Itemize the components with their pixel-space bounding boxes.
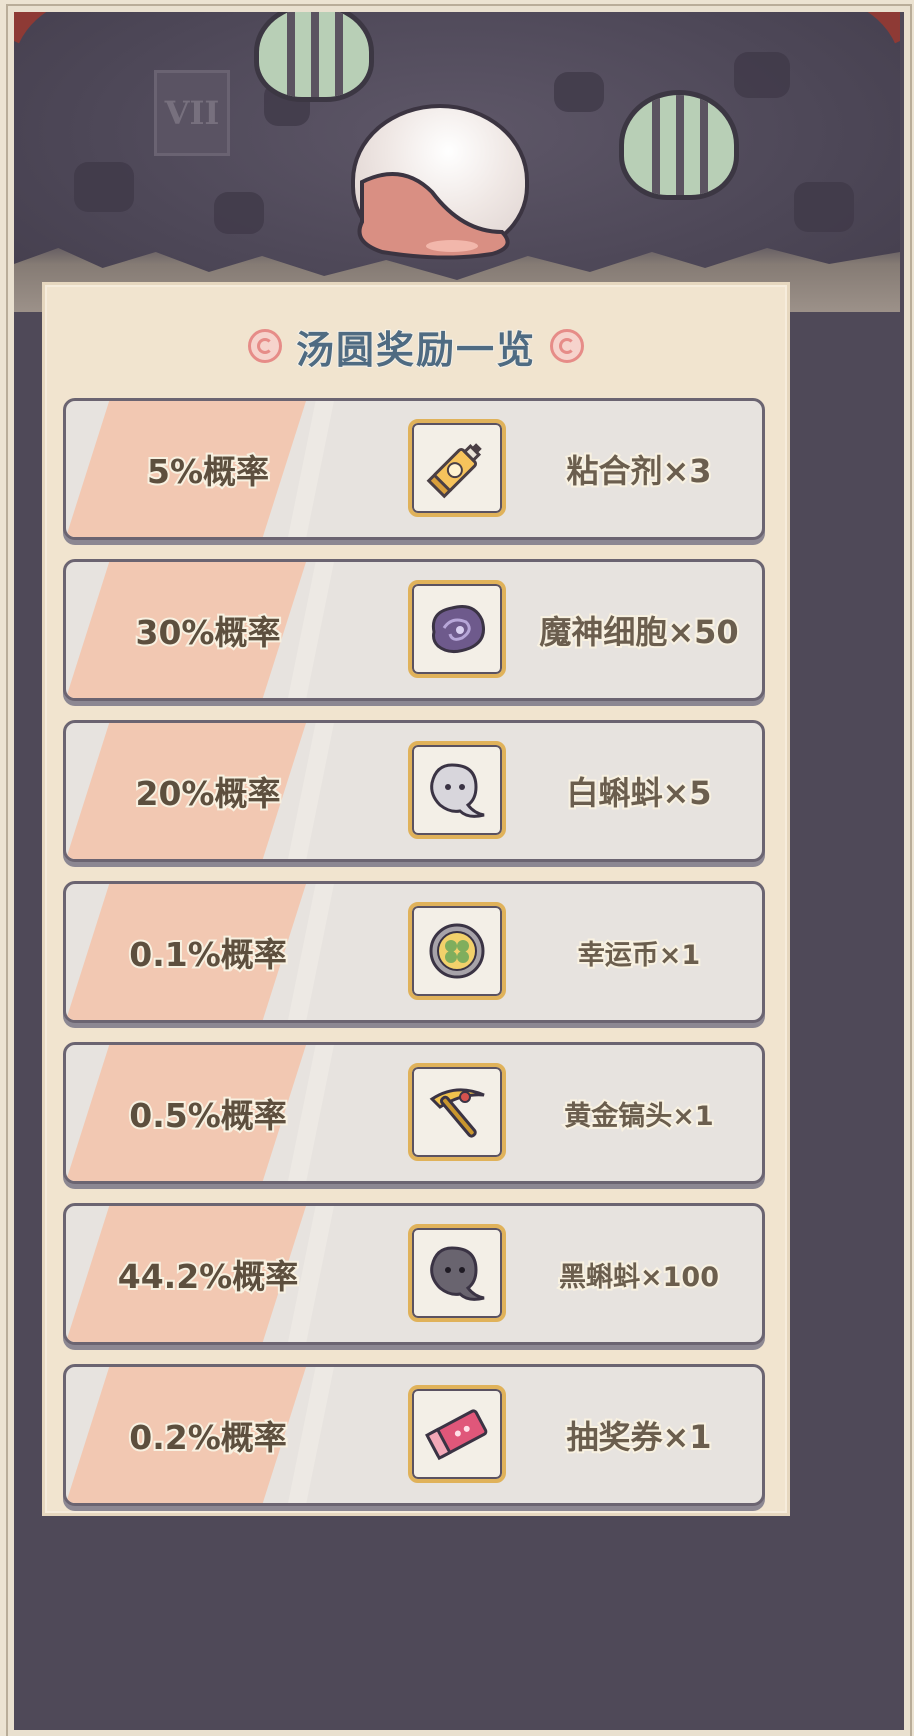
roman-numeral-plaque: VII xyxy=(154,70,230,156)
drop-chance: 0.2%概率 xyxy=(127,1416,289,1459)
wall-stone xyxy=(214,192,264,234)
drop-chance: 20%概率 xyxy=(134,772,283,815)
barred-window xyxy=(254,12,374,102)
swirl-icon xyxy=(550,329,584,363)
item-slot xyxy=(408,902,506,1000)
item-slot xyxy=(408,1063,506,1161)
drop-chance: 44.2%概率 xyxy=(116,1255,301,1298)
wall-stone xyxy=(74,162,134,212)
header-illustration: VII xyxy=(14,12,900,312)
black-tadpole-icon xyxy=(430,1246,485,1301)
reward-row: 30%概率 魔神细胞×50 xyxy=(63,559,765,701)
drop-chance: 0.5%概率 xyxy=(127,1094,289,1137)
lottery-ticket-icon xyxy=(425,1409,488,1461)
page-title: 汤圆奖励一览 xyxy=(295,327,536,373)
glue-tube-icon xyxy=(426,443,482,499)
wall-stone xyxy=(794,182,854,232)
reward-row: 5%概率 粘合剂×3 xyxy=(63,398,765,540)
white-tadpole-icon xyxy=(430,763,485,818)
reward-row: 0.1%概率 幸运币×1 xyxy=(63,881,765,1023)
panel-header: 汤圆奖励一览 xyxy=(45,315,787,377)
reward-item: 魔神细胞×50 xyxy=(537,611,740,653)
item-slot xyxy=(408,1385,506,1483)
drop-chance: 30%概率 xyxy=(134,611,283,654)
reward-list: 5%概率 粘合剂×3 30%概率 魔神细胞×50 20%概率 白蝌蚪×5 0.1… xyxy=(63,398,765,1525)
reward-row: 20%概率 白蝌蚪×5 xyxy=(63,720,765,862)
reward-item: 粘合剂×3 xyxy=(564,450,713,492)
lucky-coin-icon xyxy=(429,923,485,979)
reward-item: 黑蝌蚪×100 xyxy=(557,1260,721,1295)
item-slot xyxy=(408,419,506,517)
wall-stone xyxy=(734,52,790,98)
reward-item: 幸运币×1 xyxy=(576,938,702,973)
reward-row: 44.2%概率 黑蝌蚪×100 xyxy=(63,1203,765,1345)
demon-cell-icon xyxy=(431,605,485,653)
reward-row: 0.5%概率 黄金镐头×1 xyxy=(63,1042,765,1184)
reward-item: 抽奖券×1 xyxy=(564,1416,713,1458)
item-slot xyxy=(408,1224,506,1322)
item-slot xyxy=(408,741,506,839)
reward-item: 黄金镐头×1 xyxy=(562,1099,715,1134)
drop-chance: 5%概率 xyxy=(145,450,271,493)
barred-window xyxy=(619,90,739,200)
reward-panel: 汤圆奖励一览 5%概率 粘合剂×3 30%概率 魔神细胞×50 20%概率 白蝌… xyxy=(42,282,790,1516)
swirl-icon xyxy=(247,329,282,363)
tangyuan-filling-icon xyxy=(357,172,510,260)
item-slot xyxy=(408,580,506,678)
reward-item: 白蝌蚪×5 xyxy=(564,772,713,814)
reward-row: 0.2%概率 抽奖券×1 xyxy=(63,1364,765,1506)
wall-stone xyxy=(554,72,604,112)
golden-pickaxe-icon xyxy=(429,1088,485,1138)
drop-chance: 0.1%概率 xyxy=(127,933,289,976)
